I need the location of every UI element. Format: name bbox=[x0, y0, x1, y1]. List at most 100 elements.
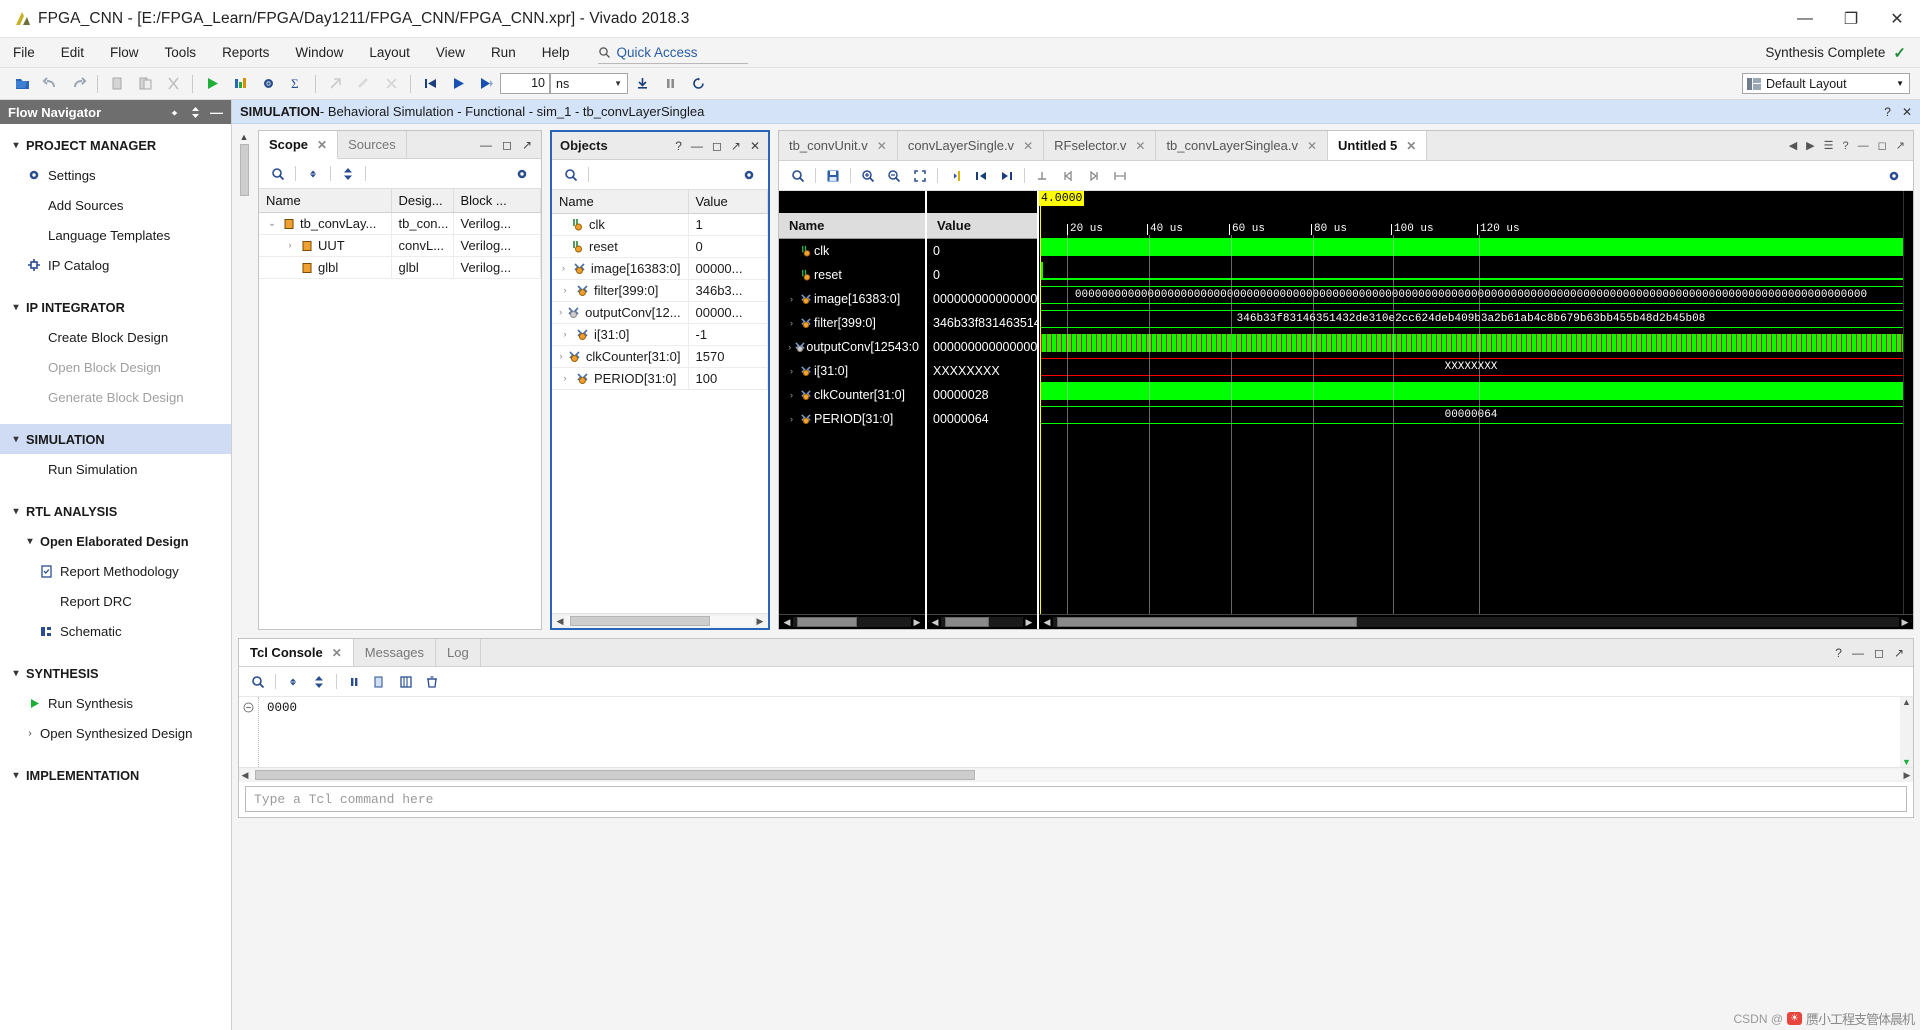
table-row[interactable]: ⌄ tb_convLay... tb_con... Verilog... bbox=[259, 212, 541, 235]
twisty-icon[interactable]: › bbox=[559, 263, 568, 274]
save-icon[interactable] bbox=[820, 164, 846, 188]
flownav-item-open-synthesized-design[interactable]: › Open Synthesized Design bbox=[0, 718, 231, 748]
flownav-item-ip-catalog[interactable]: IP Catalog bbox=[0, 250, 231, 280]
tab-tb-convlayersinglea[interactable]: tb_convLayerSinglea.v ✕ bbox=[1156, 131, 1329, 160]
run-time-input[interactable]: 10 bbox=[500, 73, 550, 94]
left-vertical-scrollbar[interactable]: ▲ bbox=[238, 130, 250, 630]
cut-icon[interactable] bbox=[159, 71, 187, 97]
flownav-item-report-drc[interactable]: Report DRC bbox=[0, 586, 231, 616]
flownav-item-generate-block-design[interactable]: Generate Block Design bbox=[0, 382, 231, 412]
menu-edit[interactable]: Edit bbox=[48, 38, 97, 67]
tab-convlayersingle[interactable]: convLayerSingle.v ✕ bbox=[898, 131, 1045, 160]
objects-col-value[interactable]: Value bbox=[688, 190, 768, 214]
maximize-panel-icon[interactable]: ◻ bbox=[502, 138, 512, 152]
table-row[interactable]: › UUT convL... Verilog... bbox=[259, 234, 541, 257]
menu-help[interactable]: Help bbox=[529, 38, 583, 67]
close-icon[interactable]: ✕ bbox=[317, 138, 327, 152]
list-item[interactable]: › image[16383:0] 00000... bbox=[552, 257, 768, 280]
close-icon[interactable]: ✕ bbox=[332, 646, 342, 660]
maximize-panel-icon[interactable]: ◻ bbox=[1874, 646, 1884, 660]
tab-tcl-console[interactable]: Tcl Console ✕ bbox=[239, 639, 354, 666]
twisty-icon[interactable]: › bbox=[785, 390, 798, 401]
float-panel-icon[interactable]: ↗ bbox=[731, 139, 741, 153]
settings-gear-icon[interactable] bbox=[254, 71, 282, 97]
menu-view[interactable]: View bbox=[423, 38, 478, 67]
list-item[interactable]: › PERIOD[31:0] 100 bbox=[552, 367, 768, 390]
menu-tools[interactable]: Tools bbox=[152, 38, 210, 67]
elaborate-icon[interactable] bbox=[321, 71, 349, 97]
scope-col-name[interactable]: Name bbox=[259, 189, 392, 213]
redo-icon[interactable] bbox=[64, 71, 92, 97]
twisty-icon[interactable]: › bbox=[785, 366, 798, 377]
minimize-button[interactable]: — bbox=[1782, 0, 1828, 37]
goto-cursor-icon[interactable] bbox=[942, 164, 968, 188]
flownav-section-rtl-analysis[interactable]: ▾ RTL ANALYSIS bbox=[0, 496, 231, 526]
scrollbar-thumb[interactable] bbox=[1057, 617, 1357, 627]
expand-all-icon[interactable] bbox=[335, 162, 361, 186]
scroll-left-icon[interactable]: ◀ bbox=[929, 617, 941, 628]
table-row[interactable]: glbl glbl Verilog... bbox=[259, 256, 541, 279]
flownav-item-open-elaborated-design[interactable]: ▾ Open Elaborated Design bbox=[0, 526, 231, 556]
flownav-section-simulation[interactable]: ▾ SIMULATION bbox=[0, 424, 231, 454]
waveform-row-filter[interactable]: › filter[399:0] bbox=[779, 311, 925, 335]
run-sim-icon[interactable] bbox=[444, 71, 472, 97]
scroll-up-icon[interactable]: ▲ bbox=[1902, 697, 1911, 707]
waveform-row-reset[interactable]: reset bbox=[779, 263, 925, 287]
waveform-value-hscroll[interactable]: ◀ ▶ bbox=[927, 614, 1037, 629]
undo-icon[interactable] bbox=[36, 71, 64, 97]
tab-list-icon[interactable]: ☰ bbox=[1824, 139, 1834, 152]
flownav-item-create-block-design[interactable]: Create Block Design bbox=[0, 322, 231, 352]
maximize-panel-icon[interactable]: ◻ bbox=[1878, 139, 1887, 152]
pause-icon[interactable] bbox=[656, 71, 684, 97]
waveform-row-clk[interactable]: clk bbox=[779, 239, 925, 263]
scrollbar-track[interactable] bbox=[566, 616, 754, 626]
time-unit-select[interactable]: ns ▼ bbox=[550, 73, 628, 94]
scroll-left-icon[interactable]: ◀ bbox=[1041, 617, 1053, 628]
twisty-icon[interactable]: › bbox=[785, 294, 798, 305]
run-icon[interactable] bbox=[198, 71, 226, 97]
twisty-icon[interactable]: › bbox=[559, 285, 571, 296]
scroll-right-icon[interactable]: ▶ bbox=[911, 617, 923, 628]
scrollbar-track[interactable] bbox=[251, 770, 1901, 780]
flownav-section-synthesis[interactable]: ▾ SYNTHESIS bbox=[0, 658, 231, 688]
float-panel-icon[interactable]: ↗ bbox=[1894, 646, 1904, 660]
flownav-item-run-synthesis[interactable]: Run Synthesis bbox=[0, 688, 231, 718]
scroll-down-icon[interactable]: ▼ bbox=[1902, 757, 1911, 767]
scroll-left-icon[interactable]: ◀ bbox=[554, 616, 566, 627]
menu-window[interactable]: Window bbox=[282, 38, 356, 67]
flownav-item-add-sources[interactable]: Add Sources bbox=[0, 190, 231, 220]
help-icon[interactable]: ? bbox=[675, 139, 682, 153]
sort-icon[interactable] bbox=[190, 106, 201, 119]
scrollbar-thumb[interactable] bbox=[570, 616, 710, 626]
list-item[interactable]: clk 1 bbox=[552, 213, 768, 236]
flownav-item-report-methodology[interactable]: Report Methodology bbox=[0, 556, 231, 586]
waveform-row-clkcounter[interactable]: › clkCounter[31:0] bbox=[779, 383, 925, 407]
search-icon[interactable] bbox=[558, 163, 584, 187]
relaunch-icon[interactable] bbox=[684, 71, 712, 97]
twisty-icon[interactable]: › bbox=[785, 318, 798, 329]
scroll-right-icon[interactable]: ▶ bbox=[1899, 617, 1911, 628]
sum-icon[interactable]: Σ bbox=[282, 71, 310, 97]
twisty-icon[interactable]: › bbox=[785, 414, 798, 425]
waveform-name-hscroll[interactable]: ◀ ▶ bbox=[779, 614, 925, 629]
close-icon[interactable]: ✕ bbox=[1307, 139, 1317, 153]
zoom-in-icon[interactable] bbox=[855, 164, 881, 188]
waveform-canvas[interactable]: 4.0000 20 us 40 us 60 us 80 us 100 us 12… bbox=[1039, 191, 1913, 629]
scrollbar-thumb[interactable] bbox=[945, 617, 989, 627]
run-for-icon[interactable] bbox=[472, 71, 500, 97]
close-icon[interactable]: ✕ bbox=[750, 139, 760, 153]
close-icon[interactable]: ✕ bbox=[877, 139, 887, 153]
scope-col-block[interactable]: Block ... bbox=[453, 189, 541, 213]
close-button[interactable]: ✕ bbox=[1874, 0, 1920, 37]
list-item[interactable]: › filter[399:0] 346b3... bbox=[552, 279, 768, 302]
objects-settings-gear-icon[interactable] bbox=[736, 163, 762, 187]
flownav-section-project-manager[interactable]: ▾ PROJECT MANAGER bbox=[0, 130, 231, 160]
open-project-icon[interactable] bbox=[8, 71, 36, 97]
scrollbar-track[interactable] bbox=[793, 617, 911, 627]
bitstream-icon[interactable] bbox=[377, 71, 405, 97]
twisty-icon[interactable]: › bbox=[785, 342, 794, 353]
twisty-icon[interactable]: › bbox=[559, 329, 571, 340]
tab-rfselector[interactable]: RFselector.v ✕ bbox=[1044, 131, 1157, 160]
search-icon[interactable] bbox=[785, 164, 811, 188]
report-icon[interactable] bbox=[226, 71, 254, 97]
